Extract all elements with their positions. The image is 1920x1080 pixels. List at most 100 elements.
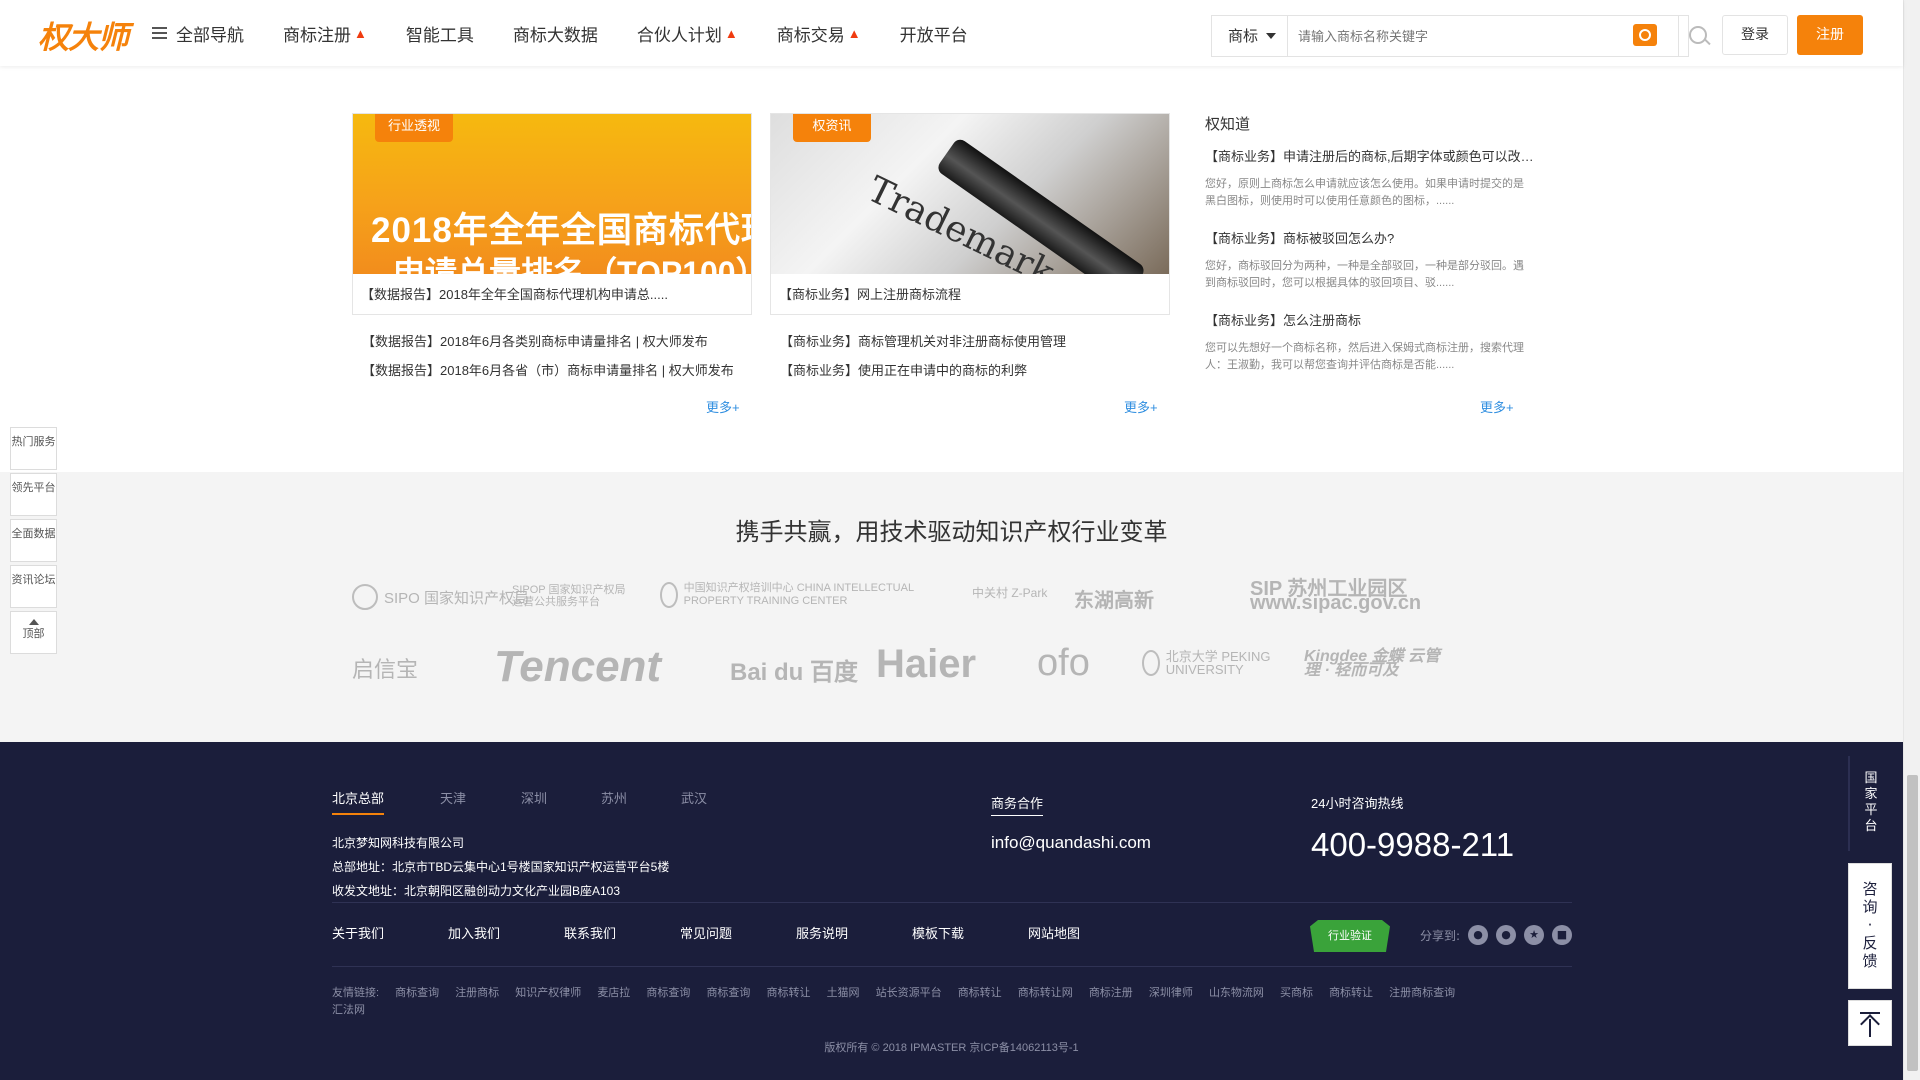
friend-link[interactable]: 商标转让	[1329, 987, 1373, 999]
login-button[interactable]: 登录	[1722, 15, 1788, 55]
info-news-item[interactable]: 【商标业务】使用正在申请中的商标的利弊	[780, 360, 1170, 379]
nav-smart-tools[interactable]: 智能工具	[406, 21, 474, 46]
nav-trademark-bigdata[interactable]: 商标大数据	[513, 21, 598, 46]
friend-link[interactable]: 汇法网	[332, 1004, 365, 1016]
qa-question[interactable]: 【商标业务】申请注册后的商标,后期字体或颜色可以改变吗	[1205, 146, 1535, 165]
nav-trademark-register[interactable]: 商标注册 ▲	[283, 21, 367, 46]
register-button[interactable]: 注册	[1797, 15, 1863, 55]
friend-link[interactable]: 商标查询	[395, 987, 439, 999]
friend-link[interactable]: 深圳律师	[1149, 987, 1193, 999]
footer-divider	[332, 966, 1572, 967]
consult-feedback-button[interactable]: 咨询·反馈	[1848, 863, 1892, 989]
footer-link-templates[interactable]: 模板下载	[912, 923, 964, 942]
footer-link-service[interactable]: 服务说明	[796, 923, 848, 942]
ofo-logo: ofo	[1037, 642, 1090, 684]
float-full-data[interactable]: 全面数据	[10, 519, 57, 562]
business-label: 商务合作	[991, 793, 1044, 816]
friend-link[interactable]: 商标查询	[646, 987, 690, 999]
scrollbar-thumb[interactable]	[1907, 775, 1918, 1071]
info-more-link[interactable]: 更多+	[1124, 397, 1158, 416]
info-news-item[interactable]: 【商标业务】商标管理机关对非注册商标使用管理	[780, 331, 1170, 350]
friend-link[interactable]: 商标转让	[767, 987, 811, 999]
hotline-label: 24小时咨询热线	[1311, 796, 1404, 811]
info-badge: 权资讯	[793, 114, 871, 142]
nav-open-platform[interactable]: 开放平台	[900, 21, 968, 46]
copyright: 版权所有 © 2018 IPMASTER 京ICP备14062113号-1	[824, 1042, 1079, 1054]
douban-icon[interactable]: ■	[1552, 925, 1572, 945]
menu-icon	[152, 24, 167, 42]
float-hot-services[interactable]: 热门服务	[10, 427, 57, 470]
nav-trademark-trade[interactable]: 商标交易 ▲	[777, 21, 861, 46]
float-back-to-top[interactable]: 顶部	[10, 611, 57, 654]
site-logo[interactable]: 权大师	[38, 12, 129, 57]
page-scrollbar[interactable]	[1903, 0, 1920, 1080]
weibo-icon[interactable]: ●	[1468, 925, 1488, 945]
friend-link[interactable]: 商标查询	[706, 987, 750, 999]
city-tab-suzhou[interactable]: 苏州	[601, 788, 627, 807]
float-news-forum[interactable]: 资讯论坛	[10, 565, 57, 608]
qa-question[interactable]: 【商标业务】怎么注册商标	[1205, 310, 1535, 329]
report-image-subtitle: 申请总量排名（TOP100）	[393, 255, 751, 274]
kingdee-logo: Kingdee 金蝶 云管理 · 轻而可及	[1304, 648, 1441, 679]
footer-divider	[332, 902, 1572, 903]
city-tab-shenzhen[interactable]: 深圳	[521, 788, 547, 807]
float-leading-platform[interactable]: 领先平台	[10, 473, 57, 516]
footer-link-contact[interactable]: 联系我们	[564, 923, 616, 942]
info-news-card[interactable]: Trademark 权资讯 【商标业务】网上注册商标流程	[770, 113, 1170, 315]
friend-link[interactable]: 麦店拉	[597, 987, 630, 999]
industry-verify-badge[interactable]: 行业验证	[1310, 920, 1390, 952]
friend-link[interactable]: 商标注册	[1089, 987, 1133, 999]
friend-link[interactable]: 注册商标查询	[1389, 987, 1455, 999]
partners-title: 携手共赢，用技术驱动知识产权行业变革	[735, 519, 1168, 546]
hot-flame-icon: ▲	[724, 25, 738, 41]
qa-answer: 您好，商标驳回分为两种，一种是全部驳回，一种是部分驳回。遇到商标驳回时，您可以根…	[1205, 260, 1524, 289]
training-center-emblem-icon	[660, 582, 678, 608]
nav-all[interactable]: 全部导航	[152, 21, 244, 46]
baidu-logo: Bai du 百度	[730, 659, 859, 686]
qa-question[interactable]: 【商标业务】商标被驳回怎么办?	[1205, 228, 1535, 247]
qa-more-link[interactable]: 更多+	[1480, 397, 1514, 416]
company-name: 北京梦知网科技有限公司	[332, 836, 465, 850]
friend-link[interactable]: 土猫网	[827, 987, 860, 999]
friend-link[interactable]: 知识产权律师	[515, 987, 581, 999]
friend-link[interactable]: 商标转让	[958, 987, 1002, 999]
back-to-top-button[interactable]	[1848, 1000, 1892, 1046]
industry-news-card[interactable]: 2018年全年全国商标代理机构 申请总量排名（TOP100） 行业透视 【数据报…	[352, 113, 752, 315]
footer-link-about[interactable]: 关于我们	[332, 923, 384, 942]
search-bar: 商标	[1211, 15, 1707, 57]
search-input[interactable]	[1298, 16, 1598, 56]
report-image-title: 2018年全年全国商标代理机构	[371, 211, 751, 250]
info-card-caption[interactable]: 【商标业务】网上注册商标流程	[779, 284, 1159, 303]
national-platform-button[interactable]: 国家平台	[1848, 756, 1892, 851]
friend-link[interactable]: 注册商标	[455, 987, 499, 999]
industry-card-caption[interactable]: 【数据报告】2018年全年全国商标代理机构申请总.....	[361, 284, 741, 303]
friend-link[interactable]: 买商标	[1280, 987, 1313, 999]
city-tab-wuhan[interactable]: 武汉	[681, 788, 707, 807]
industry-more-link[interactable]: 更多+	[706, 397, 740, 416]
business-email[interactable]: info@quandashi.com	[991, 833, 1151, 853]
sipo-logo: SIPO 国家知识产权局	[352, 584, 529, 610]
left-floating-menu: 热门服务 领先平台 全面数据 资讯论坛 顶部	[10, 427, 57, 657]
friend-link[interactable]: 山东物流网	[1209, 987, 1264, 999]
friend-link[interactable]: 商标转让网	[1018, 987, 1073, 999]
search-icon[interactable]	[1678, 16, 1718, 56]
qzone-icon[interactable]: ★	[1524, 925, 1544, 945]
hq-address: 总部地址：北京市TBD云集中心1号楼国家知识产权运营平台5楼	[332, 860, 670, 874]
city-tab-tianjin[interactable]: 天津	[440, 788, 466, 807]
mail-address: 收发文地址：北京朝阳区融创动力文化产业园B座A103	[332, 884, 621, 898]
industry-news-item[interactable]: 【数据报告】2018年6月各类别商标申请量排名 | 权大师发布	[362, 331, 752, 350]
footer-link-sitemap[interactable]: 网站地图	[1028, 923, 1080, 942]
wechat-icon[interactable]: ●	[1496, 925, 1516, 945]
main-nav: 全部导航 商标注册 ▲ 智能工具 商标大数据 合伙人计划 ▲ 商标交易 ▲ 开放平台	[152, 0, 1007, 66]
city-tab-beijing[interactable]: 北京总部	[332, 788, 385, 815]
footer-link-faq[interactable]: 常见问题	[680, 923, 732, 942]
footer-link-join[interactable]: 加入我们	[448, 923, 500, 942]
qa-answer: 您好，原则上商标怎么申请就应该怎么使用。如果申请时提交的是黑白图标，则使用时可以…	[1205, 178, 1524, 207]
search-type-select[interactable]: 商标	[1212, 16, 1288, 56]
industry-news-item[interactable]: 【数据报告】2018年6月各省（市）商标申请量排名 | 权大师发布	[362, 360, 752, 379]
nav-partner-plan[interactable]: 合伙人计划 ▲	[637, 21, 738, 46]
camera-icon[interactable]	[1633, 24, 1657, 46]
friend-link[interactable]: 站长资源平台	[876, 987, 942, 999]
hot-flame-icon: ▲	[847, 25, 861, 41]
top-navigation-bar: 权大师 全部导航 商标注册 ▲ 智能工具 商标大数据 合伙人计划 ▲ 商标交易 ▲ 开…	[0, 0, 1903, 66]
